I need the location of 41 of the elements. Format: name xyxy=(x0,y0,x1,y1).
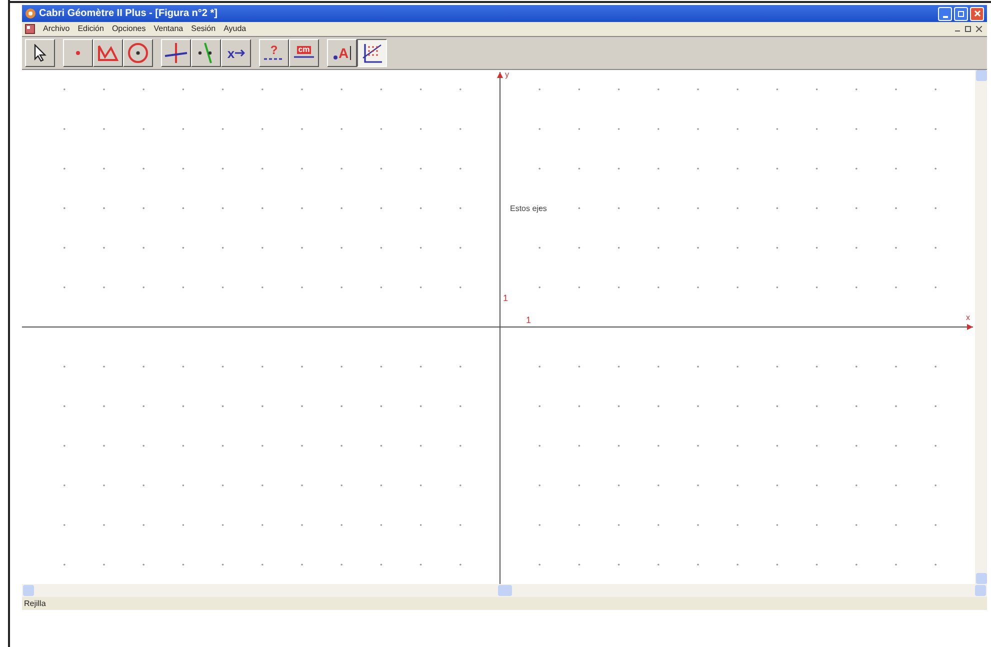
point-icon xyxy=(75,50,81,56)
drawing-canvas[interactable]: y x Estos ejes 1 1 xyxy=(22,70,975,584)
menu-item[interactable]: Ayuda xyxy=(224,25,246,33)
x-axis-label: x xyxy=(966,314,970,322)
y-axis-label: y xyxy=(505,71,509,79)
horizontal-scrollbar[interactable] xyxy=(22,584,987,597)
segment-icon xyxy=(263,56,285,62)
window-title: Cabri Géomètre II Plus - [Figura n°2 *] xyxy=(39,8,218,18)
restore-icon[interactable] xyxy=(965,26,971,32)
close-icon[interactable] xyxy=(976,26,982,32)
menu-item[interactable]: Edición xyxy=(78,25,104,33)
x-unit-label: 1 xyxy=(526,316,532,325)
tool-button[interactable]: x xyxy=(221,39,251,67)
tool-button[interactable]: cm xyxy=(289,39,319,67)
menu-item[interactable]: Sesión xyxy=(191,25,216,33)
close-icon xyxy=(974,10,980,17)
question-glyph: ? xyxy=(270,44,278,56)
cm-glyph: cm xyxy=(297,46,311,54)
document-icon xyxy=(25,24,35,34)
vertical-scrollbar[interactable] xyxy=(975,70,987,584)
minimize-button[interactable] xyxy=(938,6,952,20)
point-icon xyxy=(333,55,338,60)
menu-item[interactable]: Archivo xyxy=(43,25,70,33)
menu-item[interactable]: Opciones xyxy=(112,25,146,33)
axes-grid-icon xyxy=(361,42,383,64)
x-glyph: x xyxy=(227,46,235,60)
letter-glyph: A xyxy=(338,46,351,60)
perpendicular-lines-icon xyxy=(164,41,188,65)
circle-icon xyxy=(127,42,149,64)
polygon-icon xyxy=(97,43,119,63)
app-icon xyxy=(25,8,36,19)
close-button[interactable] xyxy=(970,6,984,20)
arrow-pointer-icon xyxy=(32,44,48,62)
status-text: Rejilla xyxy=(24,600,46,608)
menu-item[interactable]: Ventana xyxy=(154,25,184,33)
restore-button[interactable] xyxy=(954,6,968,20)
segment-icon xyxy=(293,54,315,60)
canvas-text: Estos ejes xyxy=(510,205,547,213)
tool-button[interactable] xyxy=(357,39,387,67)
arrow-icon xyxy=(234,49,245,57)
y-unit-label: 1 xyxy=(503,294,508,303)
